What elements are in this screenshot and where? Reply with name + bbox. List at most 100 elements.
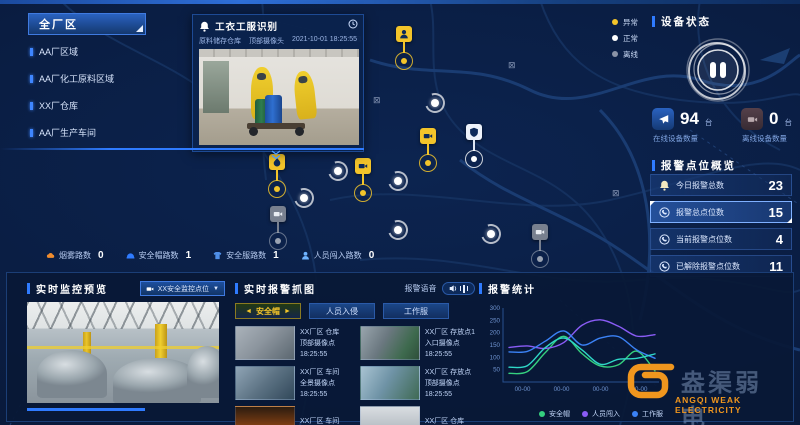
alarm-popup-header: 工衣工服识别 原料储存仓库 顶部摄像头 2021-10-01 18:25:55 (193, 15, 363, 49)
header-accent-bar (652, 16, 655, 27)
camera-icon (420, 128, 436, 144)
svg-text:00-00: 00-00 (632, 386, 648, 393)
offline-device-label: 离线设备数量 (742, 133, 792, 144)
alarm-popup-time: 2021-10-01 18:25:55 (292, 36, 357, 46)
monitor-point-dropdown-label: XX安全监控点位 (158, 284, 209, 294)
sidebar-item-region-1[interactable]: AA厂化工原料区域 (30, 65, 180, 92)
chart-legend-item-1: 人员闯入 (582, 409, 620, 419)
top-accent-strip (0, 0, 800, 4)
chart-title: 报警统计 (488, 281, 536, 296)
channel-stat-3: 人员闯入路数 0 (301, 250, 375, 261)
map-device-dot-0[interactable] (425, 93, 445, 113)
corner-fold-icon (136, 25, 143, 32)
svg-text:100: 100 (490, 354, 501, 361)
alarm-stat-row-1[interactable]: 报警总点位数 15 (650, 201, 792, 223)
legend-dot-icon (539, 411, 545, 417)
map-device-dot-1[interactable] (328, 161, 348, 181)
snapshot-card-1[interactable]: XX厂区 存放点1 入口摄像点 18:25:55 (360, 326, 475, 360)
alarm-statistics-chart: 3002502001501005000-0000-0000-0000-00 安全… (479, 300, 667, 419)
sidebar-item-region-3[interactable]: AA厂生产车间 (30, 119, 180, 146)
snapshot-thumbnail (360, 406, 420, 425)
svg-text:00-00: 00-00 (515, 386, 531, 393)
alarm-overview-header: 报警点位概览 (652, 158, 736, 173)
phone-icon (659, 207, 670, 218)
arrow-left-icon: ◄ (245, 308, 252, 315)
region-selector[interactable]: 全厂区 (28, 13, 146, 35)
phone-icon (659, 261, 670, 272)
legend-dot-icon (632, 411, 638, 417)
device-legend-item-0: 异常 (612, 14, 638, 30)
camera-icon (270, 206, 286, 222)
legend-dot-icon (582, 411, 588, 417)
monitor-point-dropdown[interactable]: XX安全监控点位 ▼ (140, 281, 225, 296)
map-device-dot-2[interactable] (388, 171, 408, 191)
header-accent-bar (479, 283, 482, 294)
bullet-icon (30, 75, 33, 83)
svg-text:200: 200 (490, 330, 501, 337)
map-pin-camera-3[interactable] (354, 158, 372, 202)
chevron-down-icon: ▼ (213, 286, 219, 292)
map-device-dot-4[interactable] (388, 220, 408, 240)
map-device-dot-3[interactable] (294, 188, 314, 208)
snapshot-thumbnail (235, 326, 295, 360)
header-accent-bar (27, 283, 30, 294)
sidebar-item-region-2[interactable]: XX厂仓库 (30, 92, 180, 119)
snapshot-card-3[interactable]: XX厂区 存放点 顶部摄像点 18:25:55 (360, 366, 475, 400)
video-progress-bar[interactable] (27, 408, 145, 411)
offline-device-unit: 台 (785, 117, 793, 128)
map-pin-shield-4[interactable] (465, 124, 483, 168)
snapshot-thumbnail (360, 366, 420, 400)
alarm-stat-row-0[interactable]: 今日报警总数 23 (650, 174, 792, 196)
helmet-icon (126, 251, 135, 260)
map-symbol-icon: ⊠ (373, 95, 381, 106)
snapshot-panel-title: 实时报警抓图 (244, 281, 316, 296)
alarm-bell-icon (199, 21, 210, 32)
map-pin-camera-5[interactable] (269, 206, 287, 250)
legend-dot-icon (612, 19, 618, 25)
speaker-icon (449, 284, 458, 293)
channel-stats-bar: 烟雾路数 0 安全帽路数 1 安全服路数 1 人员闯入路数 0 (46, 250, 374, 261)
legend-dot-icon (612, 51, 618, 57)
uniform-icon (213, 251, 222, 260)
snapshot-card-4[interactable]: XX厂区 车间 (235, 406, 348, 425)
snapshot-thumbnail (235, 366, 295, 400)
header-accent-bar (652, 160, 655, 171)
live-video-preview[interactable] (27, 302, 219, 403)
svg-text:250: 250 (490, 317, 501, 324)
device-status-header: 设备状态 (652, 14, 711, 29)
device-legend-item-2: 离线 (612, 46, 638, 62)
map-pin-flame-2[interactable] (268, 154, 286, 198)
map-device-dot-5[interactable] (481, 224, 501, 244)
alarm-voice-toggle[interactable] (442, 282, 476, 295)
snapshot-card-2[interactable]: XX厂区 车间 全景摄像点 18:25:55 (235, 366, 348, 400)
svg-text:50: 50 (493, 367, 500, 374)
chart-legend-item-2: 工作服 (632, 409, 663, 419)
map-pin-camera-6[interactable] (531, 224, 549, 268)
map-pin-camera-1[interactable] (419, 128, 437, 172)
sidebar-item-region-0[interactable]: AA厂区域 (30, 38, 180, 65)
clock-icon[interactable] (348, 19, 358, 29)
online-device-label: 在线设备数量 (653, 133, 712, 144)
offline-device-count: 0 台 离线设备数量 (741, 108, 792, 144)
snapshot-tab-1[interactable]: 人员入侵 (309, 303, 375, 319)
snapshot-card-0[interactable]: XX厂区 仓库 顶部摄像点 18:25:55 (235, 326, 348, 360)
channel-stat-2: 安全服路数 1 (213, 250, 279, 261)
monitor-panel: 实时监控预览 XX安全监控点位 ▼ (27, 281, 225, 411)
alarm-popup[interactable]: 工衣工服识别 原料储存仓库 顶部摄像头 2021-10-01 18:25:55 (192, 14, 364, 152)
svg-text:150: 150 (490, 342, 501, 349)
snapshot-tab-0[interactable]: ◄安全帽► (235, 303, 301, 319)
online-camera-icon (652, 108, 674, 130)
popup-pointer-line (0, 148, 364, 150)
snapshot-tab-2[interactable]: 工作服 (383, 303, 449, 319)
camera-icon (146, 285, 154, 293)
offline-device-value: 0 (769, 109, 778, 129)
alarm-stat-row-2[interactable]: 当前报警点位数 4 (650, 228, 792, 250)
popup-connector-chevron (270, 150, 282, 160)
svg-text:300: 300 (490, 305, 501, 312)
alarm-video-frame[interactable] (199, 49, 359, 145)
device-status-title: 设备状态 (661, 14, 711, 29)
map-pin-person-0[interactable] (395, 26, 413, 70)
alarm-popup-title: 工衣工服识别 (215, 19, 278, 33)
snapshot-card-5[interactable]: XX厂区 仓库 (360, 406, 475, 425)
device-emblem (682, 34, 754, 106)
